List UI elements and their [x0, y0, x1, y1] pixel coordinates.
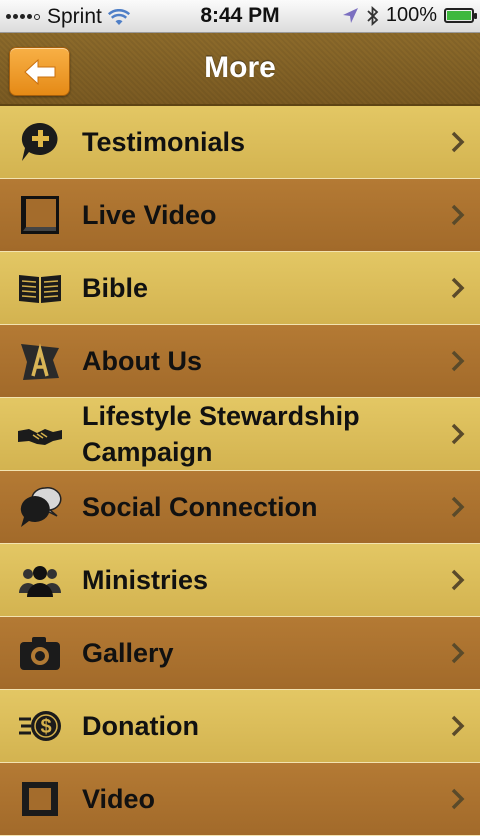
film-icon — [17, 776, 63, 822]
status-right: 100% — [342, 4, 477, 27]
menu-item-ministries[interactable]: Ministries — [0, 544, 480, 617]
menu-item-social-connection[interactable]: Social Connection — [0, 471, 480, 544]
chevron-right-icon — [451, 569, 465, 591]
menu-item-label: Video — [82, 784, 156, 814]
page-title: More — [204, 51, 276, 84]
handshake-icon — [17, 411, 63, 457]
chevron-right-icon — [451, 715, 465, 737]
menu-item-about-us[interactable]: About Us — [0, 325, 480, 398]
menu-item-live-video[interactable]: Live Video — [0, 179, 480, 252]
dollar-coin-icon: $ — [17, 703, 63, 749]
chevron-right-icon — [451, 788, 465, 810]
menu-item-testimonials[interactable]: Testimonials — [0, 106, 480, 179]
navigation-bar: More — [0, 33, 480, 106]
menu-item-label: Testimonials — [82, 127, 246, 157]
speech-plus-icon — [17, 119, 63, 165]
chevron-right-icon — [451, 642, 465, 664]
menu-item-donation[interactable]: $ Donation — [0, 690, 480, 763]
menu-item-label: Bible — [82, 273, 149, 303]
open-book-icon — [17, 265, 63, 311]
menu-item-bible[interactable]: Bible — [0, 252, 480, 325]
chevron-right-icon — [451, 423, 465, 445]
about-letter-icon — [17, 338, 63, 384]
menu-item-lifestyle-stewardship[interactable]: Lifestyle Stewardship Campaign — [0, 398, 480, 471]
menu-item-label: Social Connection — [82, 492, 318, 522]
menu-list: Testimonials Live Video Bible About Us L… — [0, 106, 480, 836]
svg-text:$: $ — [40, 716, 51, 738]
battery-fill — [447, 11, 471, 20]
menu-item-label: Live Video — [82, 200, 217, 230]
chevron-right-icon — [451, 350, 465, 372]
people-group-icon — [17, 557, 63, 603]
chevron-right-icon — [451, 496, 465, 518]
menu-item-label: Gallery — [82, 638, 174, 668]
speech-bubbles-icon — [17, 484, 63, 530]
bluetooth-icon — [367, 5, 379, 26]
menu-item-label: Donation — [82, 711, 199, 741]
menu-item-label: Ministries — [82, 565, 209, 595]
video-screen-icon — [17, 192, 63, 238]
menu-item-gallery[interactable]: Gallery — [0, 617, 480, 690]
chevron-right-icon — [451, 204, 465, 226]
chevron-right-icon — [451, 277, 465, 299]
location-arrow-icon — [342, 8, 358, 23]
menu-item-label: Lifestyle Stewardship Campaign — [82, 401, 360, 467]
chevron-right-icon — [451, 131, 465, 153]
battery-percent: 100% — [385, 4, 437, 26]
menu-item-label: About Us — [82, 346, 202, 376]
camera-icon — [17, 630, 63, 676]
status-bar: Sprint 8:44 PM 100% — [0, 0, 480, 33]
battery-icon — [444, 8, 477, 23]
